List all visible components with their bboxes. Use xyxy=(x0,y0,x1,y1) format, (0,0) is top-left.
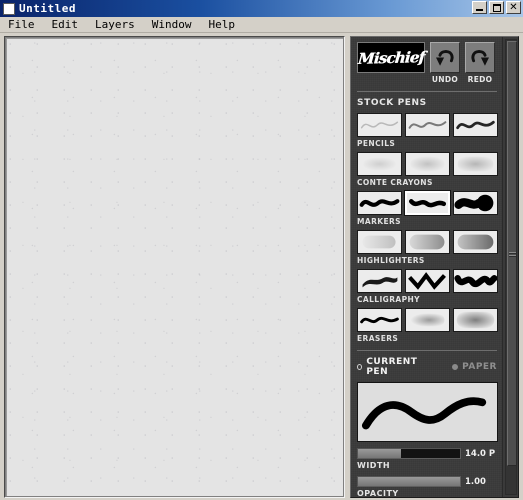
panel-scrollbar-track[interactable] xyxy=(505,39,517,495)
maximize-icon xyxy=(492,3,501,12)
pen-swatch-calligraphy-medium[interactable] xyxy=(405,269,450,293)
category-label-erasers: ERASERS xyxy=(357,334,399,343)
undo-arrow-icon xyxy=(436,49,454,66)
pen-swatch-marker-medium[interactable] xyxy=(404,190,451,216)
pen-swatch-highlighter-light[interactable] xyxy=(357,230,402,254)
panel-scrollbar[interactable] xyxy=(502,37,518,497)
width-slider-fill xyxy=(358,449,401,458)
current-pen-radio[interactable]: CURRENT PEN xyxy=(357,357,430,377)
close-icon: ✕ xyxy=(509,2,518,13)
stock-pens-title: STOCK PENS xyxy=(357,98,427,108)
tools-panel-content: Mischief UNDO REDO STOCK PENS PENCILS CO… xyxy=(351,37,503,497)
radio-circle-icon xyxy=(357,364,363,370)
pen-swatch-pencil-dark[interactable] xyxy=(453,113,498,137)
paper-label: PAPER xyxy=(462,362,497,372)
radio-circle-filled-icon xyxy=(452,364,459,370)
minimize-icon xyxy=(476,9,483,11)
pen-swatch-highlighter-medium[interactable] xyxy=(405,230,450,254)
paper-radio[interactable]: PAPER xyxy=(452,362,497,372)
window-title: Untitled xyxy=(19,2,76,15)
menu-item-edit[interactable]: Edit xyxy=(52,18,88,31)
pen-swatch-calligraphy-fine[interactable] xyxy=(357,269,402,293)
mischief-application-window: Untitled ✕ File Edit Layers Window Help xyxy=(0,0,523,500)
pen-swatch-marker-thin[interactable] xyxy=(357,191,402,215)
opacity-slider-row: 1.00 xyxy=(357,476,497,487)
pen-swatch-pencil-light[interactable] xyxy=(357,113,402,137)
pen-paper-toggle: CURRENT PEN PAPER xyxy=(357,357,497,377)
panel-divider-top xyxy=(357,91,497,92)
pen-swatch-conte-soft[interactable] xyxy=(357,152,402,176)
opacity-slider-fill xyxy=(358,477,460,486)
pen-swatch-eraser-blur[interactable] xyxy=(453,308,498,332)
canvas-frame xyxy=(4,36,345,498)
menu-item-window[interactable]: Window xyxy=(152,18,201,31)
pen-swatch-calligraphy-bold[interactable] xyxy=(453,269,498,293)
tools-panel: Mischief UNDO REDO STOCK PENS PENCILS CO… xyxy=(350,36,519,498)
undo-control: UNDO xyxy=(430,42,460,84)
pen-swatch-eraser-soft[interactable] xyxy=(405,308,450,332)
grip-line-icon xyxy=(508,251,516,253)
redo-button[interactable] xyxy=(465,42,495,73)
erasers-swatch-row xyxy=(357,308,498,332)
minimize-button[interactable] xyxy=(472,1,487,14)
pen-swatch-conte-rough[interactable] xyxy=(453,152,498,176)
grip-line-icon xyxy=(508,254,516,256)
category-label-markers: MARKERS xyxy=(357,217,401,226)
pen-stroke-preview[interactable] xyxy=(357,382,498,442)
close-button[interactable]: ✕ xyxy=(506,1,521,14)
maximize-button[interactable] xyxy=(489,1,504,14)
opacity-value: 1.00 xyxy=(465,476,486,487)
menu-bar: File Edit Layers Window Help xyxy=(0,17,523,33)
drawing-canvas[interactable] xyxy=(6,38,343,496)
category-label-pencils: PENCILS xyxy=(357,139,396,148)
menu-item-layers[interactable]: Layers xyxy=(95,18,144,31)
width-slider-row: 14.0 P xyxy=(357,448,497,459)
pen-swatch-highlighter-dark[interactable] xyxy=(453,230,498,254)
pen-swatch-marker-broad[interactable] xyxy=(453,191,498,215)
opacity-label: OPACITY xyxy=(357,489,399,498)
width-label: WIDTH xyxy=(357,461,391,470)
undo-label: UNDO xyxy=(431,75,459,84)
width-slider[interactable] xyxy=(357,448,461,459)
pencils-swatch-row xyxy=(357,113,498,137)
document-icon xyxy=(3,2,15,15)
panel-header: Mischief UNDO REDO xyxy=(357,42,497,84)
redo-arrow-icon xyxy=(471,49,489,66)
pen-swatch-conte-medium[interactable] xyxy=(405,152,450,176)
menu-item-help[interactable]: Help xyxy=(209,18,245,31)
opacity-slider[interactable] xyxy=(357,476,461,487)
pen-swatch-pencil-medium[interactable] xyxy=(405,113,450,137)
undo-button[interactable] xyxy=(430,42,460,73)
title-bar[interactable]: Untitled ✕ xyxy=(0,0,523,17)
panel-scrollbar-thumb[interactable] xyxy=(507,41,517,466)
redo-control: REDO xyxy=(465,42,495,84)
panel-divider-current-pen xyxy=(357,350,497,351)
highlighters-swatch-row xyxy=(357,230,498,254)
category-label-conte-crayons: CONTE CRAYONS xyxy=(357,178,433,187)
mischief-logo-text: Mischief xyxy=(357,47,425,68)
calligraphy-swatch-row xyxy=(357,269,498,293)
pen-swatch-eraser-hard[interactable] xyxy=(357,308,402,332)
category-label-calligraphy: CALLIGRAPHY xyxy=(357,295,420,304)
current-pen-label: CURRENT PEN xyxy=(366,357,418,377)
mischief-logo: Mischief xyxy=(357,42,425,73)
category-label-highlighters: HIGHLIGHTERS xyxy=(357,256,425,265)
conte-crayons-swatch-row xyxy=(357,152,498,176)
window-controls: ✕ xyxy=(472,1,521,14)
redo-label: REDO xyxy=(467,75,493,84)
menu-item-file[interactable]: File xyxy=(8,18,44,31)
markers-swatch-row xyxy=(357,190,498,216)
width-value: 14.0 P xyxy=(465,448,496,459)
